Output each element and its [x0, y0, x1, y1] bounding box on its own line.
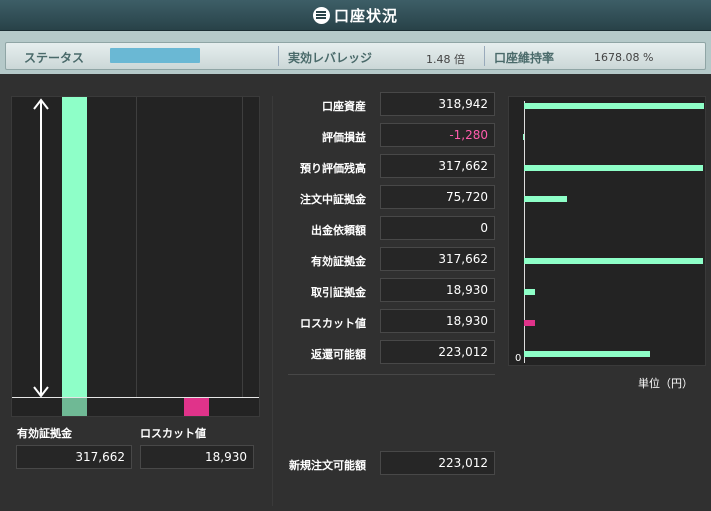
status-divider	[278, 46, 279, 66]
margin-chart-panel	[11, 96, 260, 417]
chart-bar	[524, 351, 650, 357]
row-value: -1,280	[380, 123, 495, 147]
row-label: 出金依頼額	[311, 224, 366, 237]
row-label: 返還可能額	[311, 348, 366, 361]
effective-margin-value: 317,662	[16, 445, 132, 469]
row-label: 有効証拠金	[311, 255, 366, 268]
chart-bar	[524, 289, 535, 295]
unit-label: 単位（円）	[638, 377, 693, 390]
row-label: 注文中証拠金	[300, 193, 366, 206]
new-order-label: 新規注文可能額	[289, 459, 366, 472]
row-value: 223,012	[380, 340, 495, 364]
chart-bar	[524, 320, 535, 326]
row-value: 75,720	[380, 185, 495, 209]
margin-ratio-value: 1678.08 %	[594, 51, 654, 64]
losscut-value: 18,930	[140, 445, 254, 469]
row-value: 0	[380, 216, 495, 240]
chart-divider	[136, 97, 137, 397]
row-value: 18,930	[380, 309, 495, 333]
leverage-value: 1.48 倍	[426, 53, 465, 66]
effective-margin-bar	[62, 97, 87, 397]
row-label: 預り評価残高	[300, 162, 366, 175]
row-label: 口座資産	[322, 100, 366, 113]
panel-divider	[272, 96, 273, 506]
status-indicator	[110, 48, 200, 63]
new-order-value: 223,012	[380, 451, 495, 475]
account-status-icon	[312, 6, 330, 24]
balance-bar-chart: 0	[508, 96, 706, 366]
row-label: ロスカット値	[300, 317, 366, 330]
chart-divider	[242, 97, 243, 397]
axis-zero-label: 0	[515, 353, 522, 364]
window-title: 口座状況	[333, 6, 398, 25]
status-label: ステータス	[24, 51, 85, 65]
chart-bar	[523, 134, 524, 140]
effective-margin-legend-label: 有効証拠金	[17, 427, 72, 440]
status-bar: ステータス 実効レバレッジ 1.48 倍 口座維持率 1678.08 %	[5, 42, 706, 70]
row-value: 317,662	[380, 154, 495, 178]
window-title-bar: 口座状況	[0, 0, 711, 31]
row-label: 評価損益	[322, 131, 366, 144]
row-label: 取引証拠金	[311, 286, 366, 299]
chart-bar	[524, 196, 567, 202]
row-value: 18,930	[380, 278, 495, 302]
row-value: 317,662	[380, 247, 495, 271]
section-divider	[288, 374, 495, 375]
chart-bar	[524, 165, 704, 171]
double-arrow-icon	[33, 98, 49, 398]
losscut-bar	[184, 398, 209, 416]
chart-bar	[524, 258, 704, 264]
chart-bar	[524, 103, 704, 109]
margin-ratio-label: 口座維持率	[494, 51, 555, 65]
effective-margin-bar-base	[62, 398, 87, 416]
losscut-legend-label: ロスカット値	[140, 427, 206, 440]
row-value: 318,942	[380, 92, 495, 116]
leverage-label: 実効レバレッジ	[288, 51, 373, 65]
status-divider	[484, 46, 485, 66]
